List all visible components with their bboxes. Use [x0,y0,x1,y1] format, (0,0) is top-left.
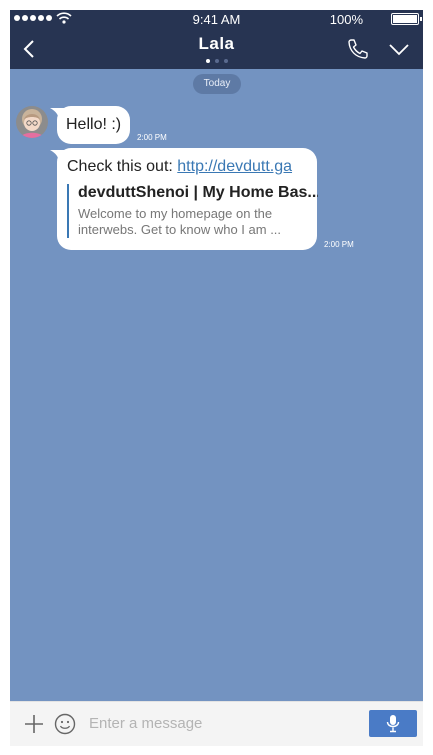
message-bubble-link[interactable]: Check this out: http://devdutt.ga devdut… [50,148,318,250]
bubble-tail [50,108,64,120]
status-bar: 9:41 AM 100% [10,10,423,28]
link-preview[interactable]: devduttShenoi | My Home Bas... Welcome t… [67,184,318,238]
phone-screen: 9:41 AM 100% Lala Today Hello!:) 2:00 P… [10,10,423,746]
message-text: Check this out: http://devdutt.ga [67,158,292,176]
date-divider: Today [193,74,241,94]
bubble-tail [50,150,64,162]
page-dot [214,59,219,63]
message-timestamp: 2:00 PM [324,240,354,249]
battery-icon [391,13,422,25]
chevron-down-icon[interactable] [385,36,413,62]
link-preview-title: devduttShenoi | My Home Bas... [78,184,318,201]
plus-icon[interactable] [24,714,44,734]
message-link[interactable]: http://devdutt.ga [177,158,292,175]
emoji-icon[interactable] [54,713,76,735]
message-bubble[interactable]: Hello! :) [50,106,131,144]
link-preview-description: Welcome to my homepage on the interwebs.… [78,206,282,237]
microphone-icon [386,715,400,733]
battery-percentage: 100% [329,12,363,27]
message-text: Hello! :) [66,116,122,133]
message-composer: Enter a message [10,701,423,746]
page-dot [205,59,210,63]
chat-header: Lala [10,28,423,69]
message-timestamp: 2:00 PM [137,133,167,142]
message-prefix: Check this out: [67,158,178,175]
voice-button[interactable] [369,710,417,737]
page-dot [223,59,228,63]
contact-avatar[interactable] [16,106,48,138]
message-input[interactable]: Enter a message [89,715,202,732]
phone-call-icon[interactable] [345,36,371,62]
